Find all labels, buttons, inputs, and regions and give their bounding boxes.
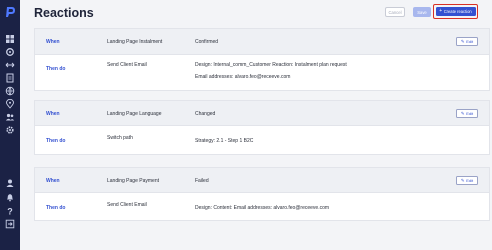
globe-icon[interactable]	[5, 86, 15, 96]
trigger-name: Landing Page Payment	[107, 178, 159, 184]
when-label: When	[46, 178, 60, 184]
then-label: Then do	[46, 205, 66, 211]
cancel-button[interactable]: Cancel	[385, 7, 405, 17]
logout-icon[interactable]	[5, 219, 15, 229]
edit-label: Edit	[466, 111, 474, 116]
when-label: When	[46, 39, 60, 45]
edit-label: Edit	[466, 39, 474, 44]
trigger-name: Landing Page Instalment	[107, 39, 163, 45]
pencil-icon: ✎	[460, 110, 465, 116]
create-reaction-button[interactable]: + Create reaction	[435, 7, 476, 16]
page-title: Reactions	[34, 6, 94, 20]
action-detail-emails: Email addresses: alvaro.feo@receeve.com	[195, 74, 291, 80]
action-name: Send Client Email	[107, 202, 147, 208]
location-icon[interactable]	[5, 99, 15, 109]
edit-label: Edit	[466, 178, 474, 183]
action-name: Switch path	[107, 135, 133, 141]
trigger-status: Failed	[195, 178, 209, 184]
edit-button[interactable]: ✎ Edit	[456, 176, 478, 185]
trigger-status: Changed	[195, 111, 216, 117]
bell-icon[interactable]	[5, 192, 15, 202]
reaction-card: When Landing Page Language Changed ✎ Edi…	[34, 100, 490, 155]
dashboard-icon[interactable]	[5, 34, 15, 44]
pencil-icon: ✎	[460, 177, 465, 183]
action-detail-strategy: Strategy: 2.1 - Step 1 B2C	[195, 138, 254, 144]
sidebar: ?	[0, 0, 20, 250]
create-reaction-highlight: + Create reaction	[433, 4, 478, 19]
main-content: Reactions Cancel Save + Create reaction …	[20, 0, 492, 250]
pencil-icon: ✎	[460, 38, 465, 44]
action-name: Send Client Email	[107, 62, 147, 68]
when-label: When	[46, 111, 60, 117]
when-row: When Landing Page Instalment Confirmed ✎…	[35, 29, 489, 55]
action-detail-design: Design: Internal_comm_Customer Reaction:…	[195, 62, 347, 68]
document-icon[interactable]	[5, 73, 15, 83]
action-detail: Design: Content: Email addresses: alvaro…	[195, 205, 330, 211]
edit-button[interactable]: ✎ Edit	[456, 37, 478, 46]
svg-text:?: ?	[7, 206, 13, 216]
plus-icon: +	[439, 8, 443, 14]
user-icon[interactable]	[5, 178, 15, 188]
reaction-card: When Landing Page Payment Failed ✎ Edit …	[34, 167, 490, 221]
trigger-name: Landing Page Language	[107, 111, 162, 117]
app-logo[interactable]	[5, 6, 15, 18]
then-label: Then do	[46, 138, 66, 144]
save-button[interactable]: Save	[413, 7, 431, 17]
help-icon[interactable]: ?	[5, 206, 15, 216]
edit-button[interactable]: ✎ Edit	[456, 109, 478, 118]
arrows-icon[interactable]	[5, 60, 15, 70]
when-row: When Landing Page Payment Failed ✎ Edit	[35, 168, 489, 193]
when-row: When Landing Page Language Changed ✎ Edi…	[35, 101, 489, 126]
create-reaction-label: Create reaction	[443, 9, 472, 14]
users-icon[interactable]	[5, 112, 15, 122]
gear-icon[interactable]	[5, 125, 15, 135]
then-label: Then do	[46, 66, 66, 72]
trigger-status: Confirmed	[195, 39, 219, 45]
settings-cog-icon[interactable]	[5, 47, 15, 57]
reaction-card: When Landing Page Instalment Confirmed ✎…	[34, 28, 490, 91]
